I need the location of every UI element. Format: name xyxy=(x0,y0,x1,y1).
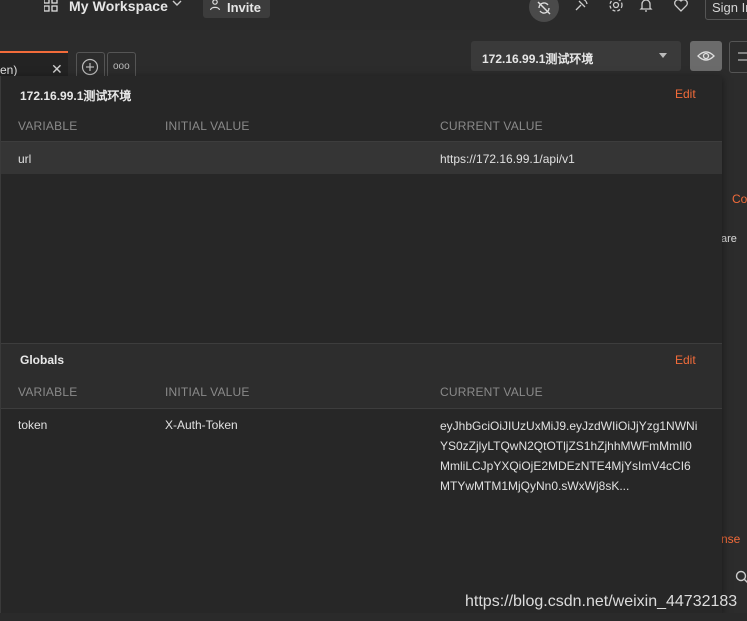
environment-quick-look-button[interactable] xyxy=(690,41,722,71)
invite-label: Invite xyxy=(227,0,261,15)
workspace-name[interactable]: My Workspace xyxy=(69,0,168,14)
plus-circle-icon xyxy=(81,58,99,76)
top-bar: My Workspace Invite Sign In xyxy=(0,0,747,30)
environment-select-value: 172.16.99.1测试环境 xyxy=(482,52,594,66)
satellite-icon[interactable] xyxy=(573,0,589,13)
environment-quick-look-panel: 172.16.99.1测试环境 Edit VARIABLE INITIAL VA… xyxy=(0,76,722,613)
watermark-text: https://blog.csdn.net/weixin_44732183 xyxy=(465,593,738,610)
chevron-down-icon[interactable] xyxy=(172,0,182,8)
current-value: eyJhbGciOiJIUzUxMiJ9.eyJzdWIiOiJjYzg1NWN… xyxy=(440,419,698,493)
column-header-current-value: CURRENT VALUE xyxy=(440,119,543,133)
background-request-area: Co are nse xyxy=(721,76,747,621)
column-header-initial-value: INITIAL VALUE xyxy=(165,385,250,399)
globals-header-area xyxy=(1,343,722,409)
sign-in-label: Sign In xyxy=(712,0,747,15)
gear-icon[interactable] xyxy=(608,0,624,13)
edit-globals-link[interactable]: Edit xyxy=(675,353,696,367)
edit-environment-link[interactable]: Edit xyxy=(675,87,696,101)
background-fragment-are: are xyxy=(721,233,737,245)
environment-title: 172.16.99.1测试环境 xyxy=(20,89,132,103)
column-header-variable: VARIABLE xyxy=(18,385,78,399)
search-icon[interactable] xyxy=(735,570,747,584)
manage-environments-button[interactable] xyxy=(729,41,747,73)
environment-select[interactable]: 172.16.99.1测试环境 xyxy=(471,41,681,71)
variable-name: token xyxy=(18,418,48,432)
add-user-icon xyxy=(209,0,221,11)
variable-name: url xyxy=(18,152,32,166)
more-icon: ooo xyxy=(113,61,130,72)
heart-icon[interactable] xyxy=(673,0,689,13)
table-row[interactable]: url https://172.16.99.1/api/v1 xyxy=(1,142,722,174)
sign-in-button[interactable]: Sign In xyxy=(705,0,747,20)
sliders-icon xyxy=(738,52,747,61)
current-value: https://172.16.99.1/api/v1 xyxy=(440,152,575,166)
column-header-initial-value: INITIAL VALUE xyxy=(165,119,250,133)
divider xyxy=(1,408,722,409)
column-header-current-value: CURRENT VALUE xyxy=(440,385,543,399)
caret-down-icon xyxy=(659,53,667,58)
sync-status-button[interactable] xyxy=(529,0,559,22)
globals-title: Globals xyxy=(20,353,65,367)
column-header-variable: VARIABLE xyxy=(18,119,78,133)
workspace-grid-icon xyxy=(44,0,58,12)
sync-off-icon xyxy=(537,1,551,15)
eye-icon xyxy=(697,51,715,61)
background-fragment-co: Co xyxy=(732,192,747,206)
invite-button[interactable]: Invite xyxy=(203,0,270,18)
status-bar xyxy=(0,613,747,621)
divider xyxy=(1,343,722,344)
tab-label: en) xyxy=(0,63,18,77)
background-fragment-nse: nse xyxy=(721,532,741,546)
initial-value: X-Auth-Token xyxy=(165,418,238,432)
bell-icon[interactable] xyxy=(638,0,654,13)
